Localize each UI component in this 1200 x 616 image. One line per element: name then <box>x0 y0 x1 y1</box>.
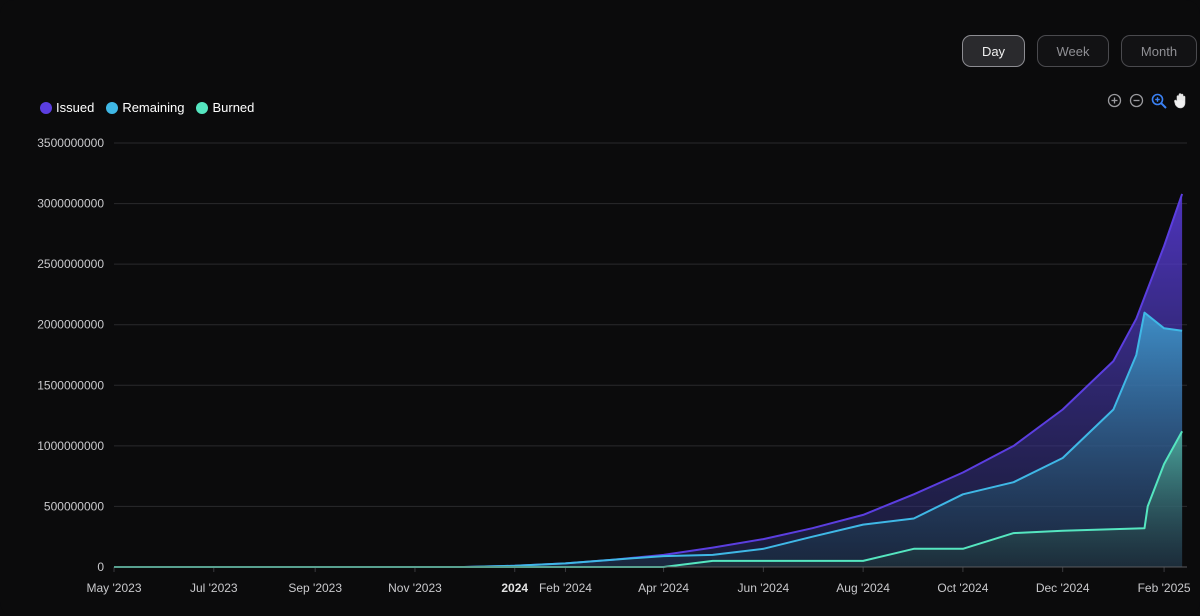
x-tick-label: Feb '2025 <box>1138 581 1191 595</box>
y-tick-label: 2500000000 <box>37 257 104 271</box>
x-tick-label: 2024 <box>501 581 528 595</box>
x-tick-label: Nov '2023 <box>388 581 442 595</box>
x-tick-label: Jun '2024 <box>738 581 790 595</box>
y-tick-label: 0 <box>97 560 104 574</box>
y-tick-label: 1000000000 <box>37 439 104 453</box>
y-tick-label: 3500000000 <box>37 136 104 150</box>
chart-plot: 0 500000000 1000000000 1500000000 2000000000… <box>37 136 1191 595</box>
x-tick-label: Oct '2024 <box>937 581 988 595</box>
x-tick-label: Sep '2023 <box>288 581 342 595</box>
x-tick-label: Jul '2023 <box>190 581 238 595</box>
y-tick-label: 2000000000 <box>37 318 104 332</box>
x-tick-label: Apr '2024 <box>638 581 689 595</box>
x-tick-label: Aug '2024 <box>836 581 890 595</box>
x-tick-label: Dec '2024 <box>1036 581 1090 595</box>
x-tick-label: May '2023 <box>87 581 142 595</box>
y-tick-label: 1500000000 <box>37 378 104 392</box>
y-tick-label: 3000000000 <box>37 197 104 211</box>
x-tick-label: Feb '2024 <box>539 581 592 595</box>
y-tick-label: 500000000 <box>44 499 104 513</box>
